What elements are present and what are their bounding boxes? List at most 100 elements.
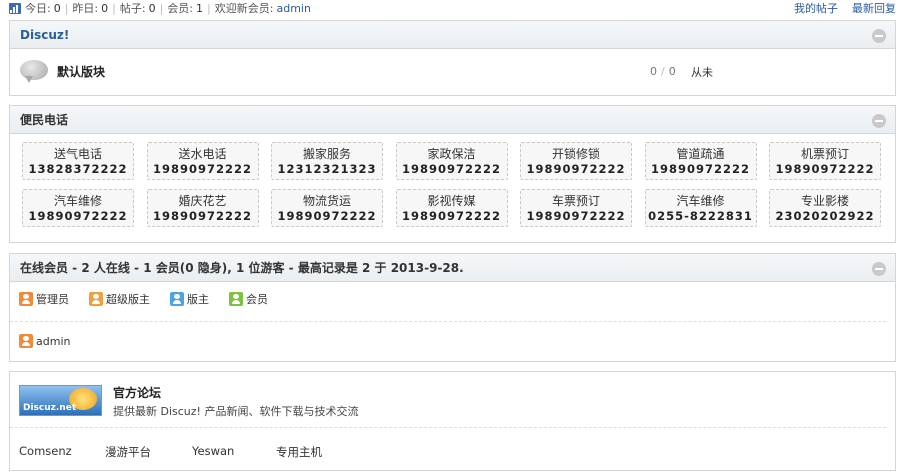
phone-card[interactable]: 专业影楼 23020202922 bbox=[769, 189, 881, 227]
legend-label: 超级版主 bbox=[106, 293, 150, 306]
online-header: 在线会员 - 2 人在线 - 1 会员(0 隐身), 1 位游客 - 最高记录是… bbox=[10, 254, 895, 282]
posts-value: 0 bbox=[148, 1, 156, 15]
phone-service-name: 家政保洁 bbox=[427, 146, 476, 161]
legend-item: 版主 bbox=[170, 291, 209, 307]
phone-card[interactable]: 家政保洁 19890972222 bbox=[395, 142, 508, 180]
phones-box: 便民电话 送气电话 13828372222 送水电话 19890972222 搬家服务 1… bbox=[9, 105, 896, 243]
stats: 今日: 0 | 昨日: 0 | 帖子: 0 | 会员: 1 | 欢迎新会员: admin bbox=[0, 0, 311, 16]
legend-label: 管理员 bbox=[36, 293, 69, 306]
phone-service-name: 专业影楼 bbox=[800, 193, 849, 208]
user-group-icon bbox=[19, 292, 33, 306]
phone-card[interactable]: 送水电话 19890972222 bbox=[146, 142, 259, 180]
phone-number: 19890972222 bbox=[152, 161, 253, 176]
phone-service-name: 开锁修锁 bbox=[551, 146, 600, 161]
phone-service-name: 送气电话 bbox=[53, 146, 102, 161]
phone-number: 19890972222 bbox=[401, 161, 502, 176]
legend-label: 会员 bbox=[246, 293, 268, 306]
featured-link-title[interactable]: 官方论坛 bbox=[113, 384, 358, 401]
phone-number: 19890972222 bbox=[28, 208, 128, 223]
featured-link-desc: 提供最新 Discuz! 产品新闻、软件下载与技术交流 bbox=[113, 405, 359, 418]
phone-service-name: 汽车维修 bbox=[676, 193, 725, 208]
forum-bubble-icon bbox=[20, 59, 50, 84]
phone-grid: 送气电话 13828372222 送水电话 19890972222 搬家服务 123123… bbox=[10, 134, 895, 227]
today-label: 今日: bbox=[25, 2, 51, 15]
phone-number: 19890972222 bbox=[775, 161, 875, 176]
forum-name-link[interactable]: 默认版块 bbox=[57, 63, 105, 80]
posts-label: 帖子: bbox=[119, 2, 146, 15]
phone-card[interactable]: 物流货运 19890972222 bbox=[271, 189, 383, 227]
phones-header: 便民电话 bbox=[10, 106, 895, 134]
phone-number: 19890972222 bbox=[526, 161, 626, 176]
phone-number: 12312321323 bbox=[277, 161, 377, 176]
phone-number: 19890972222 bbox=[277, 208, 377, 223]
today-value: 0 bbox=[53, 1, 61, 15]
top-stats-bar: 今日: 0 | 昨日: 0 | 帖子: 0 | 会员: 1 | 欢迎新会员: admin … bbox=[0, 0, 900, 16]
logo-text: Discuz.net bbox=[23, 403, 77, 413]
friend-links: Comsenz 漫游平台 Yeswan 专用主机 bbox=[10, 428, 895, 460]
legend-item: 管理员 bbox=[19, 291, 69, 307]
collapse-icon[interactable] bbox=[872, 114, 886, 128]
friend-link[interactable]: Yeswan bbox=[192, 444, 276, 460]
phone-card[interactable]: 管道疏通 19890972222 bbox=[644, 142, 757, 180]
user-group-icon bbox=[229, 292, 243, 306]
phone-number: 13828372222 bbox=[28, 161, 128, 176]
phone-service-name: 影视传媒 bbox=[427, 193, 476, 208]
online-user-list: admin bbox=[10, 322, 895, 348]
legend-item: 会员 bbox=[229, 291, 268, 307]
top-links: 我的帖子 最新回复 bbox=[794, 0, 896, 16]
phone-number: 23020202922 bbox=[775, 208, 875, 223]
friend-link[interactable]: 漫游平台 bbox=[105, 444, 192, 460]
latest-reply-link[interactable]: 最新回复 bbox=[852, 0, 896, 16]
user-group-icon bbox=[89, 292, 103, 306]
phone-service-name: 机票预订 bbox=[800, 146, 849, 161]
friend-link[interactable]: 专用主机 bbox=[276, 444, 356, 460]
phone-number: 19890972222 bbox=[650, 161, 751, 176]
phone-card[interactable]: 开锁修锁 19890972222 bbox=[520, 142, 632, 180]
collapse-icon[interactable] bbox=[872, 262, 886, 276]
members-label: 会员: bbox=[167, 2, 194, 15]
links-box: Discuz.net 官方论坛 提供最新 Discuz! 产品新闻、软件下载与技… bbox=[9, 371, 896, 471]
phone-number: 19890972222 bbox=[152, 208, 253, 223]
yesterday-value: 0 bbox=[101, 1, 109, 15]
forum-last-post: 从未 bbox=[691, 65, 713, 79]
user-icon bbox=[19, 334, 33, 348]
forum-threads: 0 bbox=[650, 65, 657, 78]
discuz-logo[interactable]: Discuz.net bbox=[19, 385, 102, 416]
phone-number: 19890972222 bbox=[401, 208, 502, 223]
phone-card[interactable]: 汽车维修 0255-8222831 bbox=[644, 189, 757, 227]
member-legend: 管理员 超级版主 版主 会员 bbox=[10, 282, 886, 322]
phone-card[interactable]: 婚庆花艺 19890972222 bbox=[146, 189, 259, 227]
legend-item: 超级版主 bbox=[89, 291, 150, 307]
welcome-user-link[interactable]: admin bbox=[276, 2, 310, 15]
forum-posts: 0 bbox=[668, 65, 676, 78]
collapse-icon[interactable] bbox=[872, 29, 886, 43]
phone-number: 19890972222 bbox=[526, 208, 626, 223]
forum-count: 0/0 bbox=[650, 65, 676, 78]
featured-link: Discuz.net 官方论坛 提供最新 Discuz! 产品新闻、软件下载与技… bbox=[10, 372, 886, 428]
category-box: Discuz! 默认版块 0/0 从未 bbox=[9, 20, 896, 96]
phone-card[interactable]: 影视传媒 19890972222 bbox=[395, 189, 508, 227]
phone-card[interactable]: 汽车维修 19890972222 bbox=[22, 189, 134, 227]
online-title: 在线会员 - 2 人在线 - 1 会员(0 隐身), 1 位游客 - 最高记录是… bbox=[20, 261, 464, 275]
phone-card[interactable]: 车票预订 19890972222 bbox=[520, 189, 632, 227]
online-box: 在线会员 - 2 人在线 - 1 会员(0 隐身), 1 位游客 - 最高记录是… bbox=[9, 253, 896, 362]
online-user-link[interactable]: admin bbox=[36, 335, 70, 348]
phone-card[interactable]: 送气电话 13828372222 bbox=[22, 142, 134, 180]
my-posts-link[interactable]: 我的帖子 bbox=[794, 0, 838, 16]
forum-row: 默认版块 0/0 从未 bbox=[10, 49, 895, 94]
yesterday-label: 昨日: bbox=[72, 2, 99, 15]
friend-link[interactable]: Comsenz bbox=[19, 444, 105, 460]
phone-service-name: 物流货运 bbox=[302, 193, 351, 208]
phone-service-name: 车票预订 bbox=[551, 193, 600, 208]
phone-service-name: 送水电话 bbox=[178, 146, 227, 161]
stats-chart-icon bbox=[9, 2, 21, 14]
user-group-icon bbox=[170, 292, 184, 306]
category-title[interactable]: Discuz! bbox=[20, 28, 69, 42]
members-value: 1 bbox=[196, 1, 204, 15]
phone-service-name: 婚庆花艺 bbox=[178, 193, 227, 208]
phone-service-name: 汽车维修 bbox=[53, 193, 102, 208]
legend-label: 版主 bbox=[187, 293, 209, 306]
phone-card[interactable]: 机票预订 19890972222 bbox=[769, 142, 881, 180]
phone-card[interactable]: 搬家服务 12312321323 bbox=[271, 142, 383, 180]
phone-number: 0255-8222831 bbox=[648, 208, 753, 223]
